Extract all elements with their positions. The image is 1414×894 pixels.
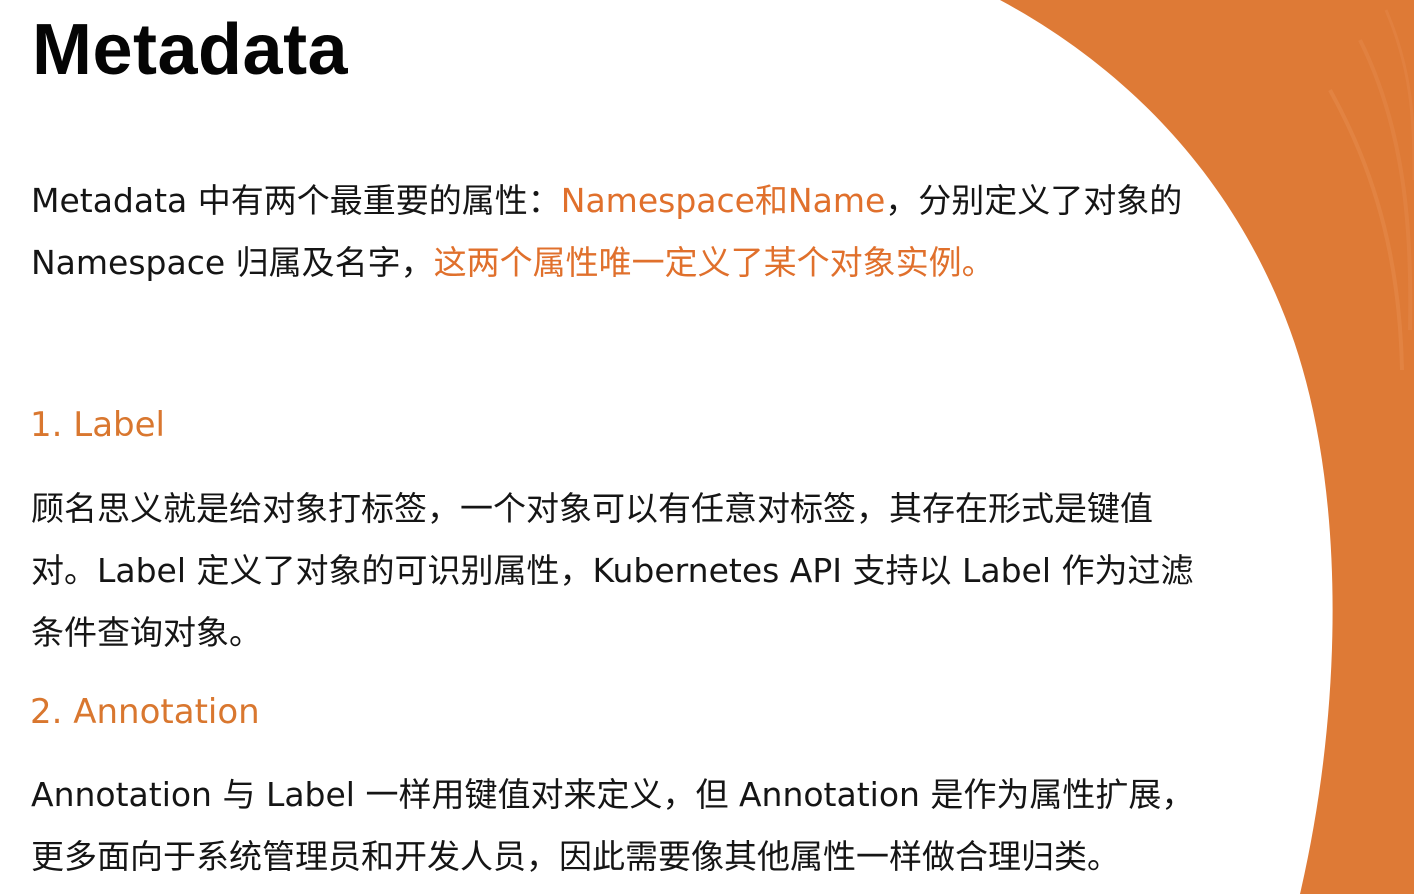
label-line-2: 对。Label 定义了对象的可识别属性，Kubernetes API 支持以 L… (31, 551, 1194, 590)
metadata-text: Namespace 归属及名字， (31, 243, 434, 282)
label-heading: 1. Label (30, 405, 165, 445)
metadata-text: Metadata 中有两个最重要的属性： (31, 181, 561, 220)
metadata-highlight-namespace-name: Namespace和Name (560, 181, 886, 220)
metadata-line-1: Metadata 中有两个最重要的属性：Namespace和Name，分别定义了… (31, 170, 1182, 232)
label-description: 顾名思义就是给对象打标签，一个对象可以有任意对标签，其存在形式是键值 对。Lab… (31, 478, 1194, 664)
annotation-heading: 2. Annotation (30, 692, 260, 732)
metadata-line-2: Namespace 归属及名字，这两个属性唯一定义了某个对象实例。 (31, 232, 1182, 294)
label-line-3: 条件查询对象。 (31, 613, 262, 652)
slide-title: Metadata (32, 10, 349, 90)
annotation-description: Annotation 与 Label 一样用键值对来定义，但 Annotatio… (31, 764, 1194, 888)
metadata-highlight-unique: 这两个属性唯一定义了某个对象实例。 (433, 243, 995, 282)
annotation-line-2: 更多面向于系统管理员和开发人员，因此需要像其他属性一样做合理归类。 (31, 837, 1120, 876)
annotation-line-1: Annotation 与 Label 一样用键值对来定义，但 Annotatio… (31, 775, 1195, 814)
metadata-text: ，分别定义了对象的 (885, 181, 1183, 220)
metadata-description: Metadata 中有两个最重要的属性：Namespace和Name，分别定义了… (31, 170, 1182, 294)
label-line-1: 顾名思义就是给对象打标签，一个对象可以有任意对标签，其存在形式是键值 (31, 489, 1153, 528)
slide-content: Metadata Metadata 中有两个最重要的属性：Namespace和N… (0, 0, 1414, 894)
